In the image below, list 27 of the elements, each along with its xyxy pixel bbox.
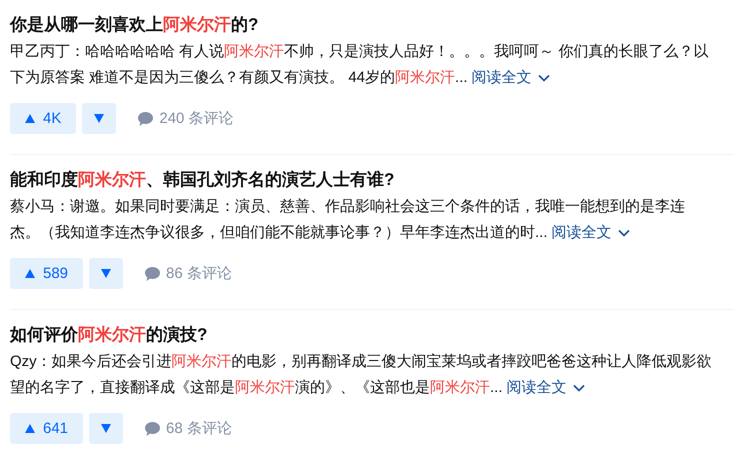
triangle-up-icon — [25, 424, 35, 433]
speech-bubble-icon — [138, 112, 154, 126]
speech-bubble-icon — [145, 266, 160, 280]
triangle-down-icon — [101, 424, 112, 433]
question-title[interactable]: 你是从哪一刻喜欢上阿米尔汗的? — [10, 12, 734, 38]
answer-excerpt: Qzy：如果今后还会引进阿米尔汗的电影，别再翻译成三傻大闹宝莱坞或者摔跤吧爸爸这种让人降低观影欲望的名字了，直接翻译成《这部是阿米尔汗演的》、《这部也是阿米尔汗... 阅读全文 — [10, 349, 712, 401]
read-more-link[interactable]: 阅读全文 — [472, 65, 550, 91]
triangle-down-icon — [101, 269, 112, 278]
upvote-button[interactable]: 4K — [10, 103, 76, 134]
downvote-button[interactable] — [82, 103, 116, 134]
chevron-down-icon — [572, 384, 585, 392]
answer-excerpt: 蔡小马：谢邀。如果同时要满足：演员、慈善、作品影响社会这三个条件的话，我唯一能想到的是李连杰。（我知道李连杰争议很多，但咱们能不能就事论事？）早年李连杰出道的时... 阅读全文 — [10, 194, 712, 246]
read-more-link[interactable]: 阅读全文 — [552, 220, 630, 246]
triangle-down-icon — [94, 114, 104, 123]
question-title[interactable]: 如何评价阿米尔汗的演技? — [10, 322, 734, 348]
answer-excerpt: 甲乙丙丁：哈哈哈哈哈哈 有人说阿米尔汗不帅，只是演技人品好！。。。我呵呵～ 你们真的长眼了么？以下为原答案 难道不是因为三傻么？有颜又有演技。 44岁的阿米尔汗... 阅读全文 — [10, 39, 712, 91]
downvote-button[interactable] — [89, 413, 124, 444]
triangle-up-icon — [25, 269, 35, 278]
chevron-down-icon — [618, 229, 630, 237]
upvote-button[interactable]: 641 — [10, 413, 84, 444]
read-more-link[interactable]: 阅读全文 — [506, 375, 585, 401]
downvote-button[interactable] — [89, 258, 124, 289]
upvote-button[interactable]: 589 — [10, 258, 84, 289]
triangle-up-icon — [25, 114, 35, 123]
speech-bubble-icon — [145, 422, 160, 436]
question-title[interactable]: 能和印度阿米尔汗、韩国孔刘齐名的演艺人士有谁? — [10, 167, 734, 193]
chevron-down-icon — [538, 74, 550, 82]
